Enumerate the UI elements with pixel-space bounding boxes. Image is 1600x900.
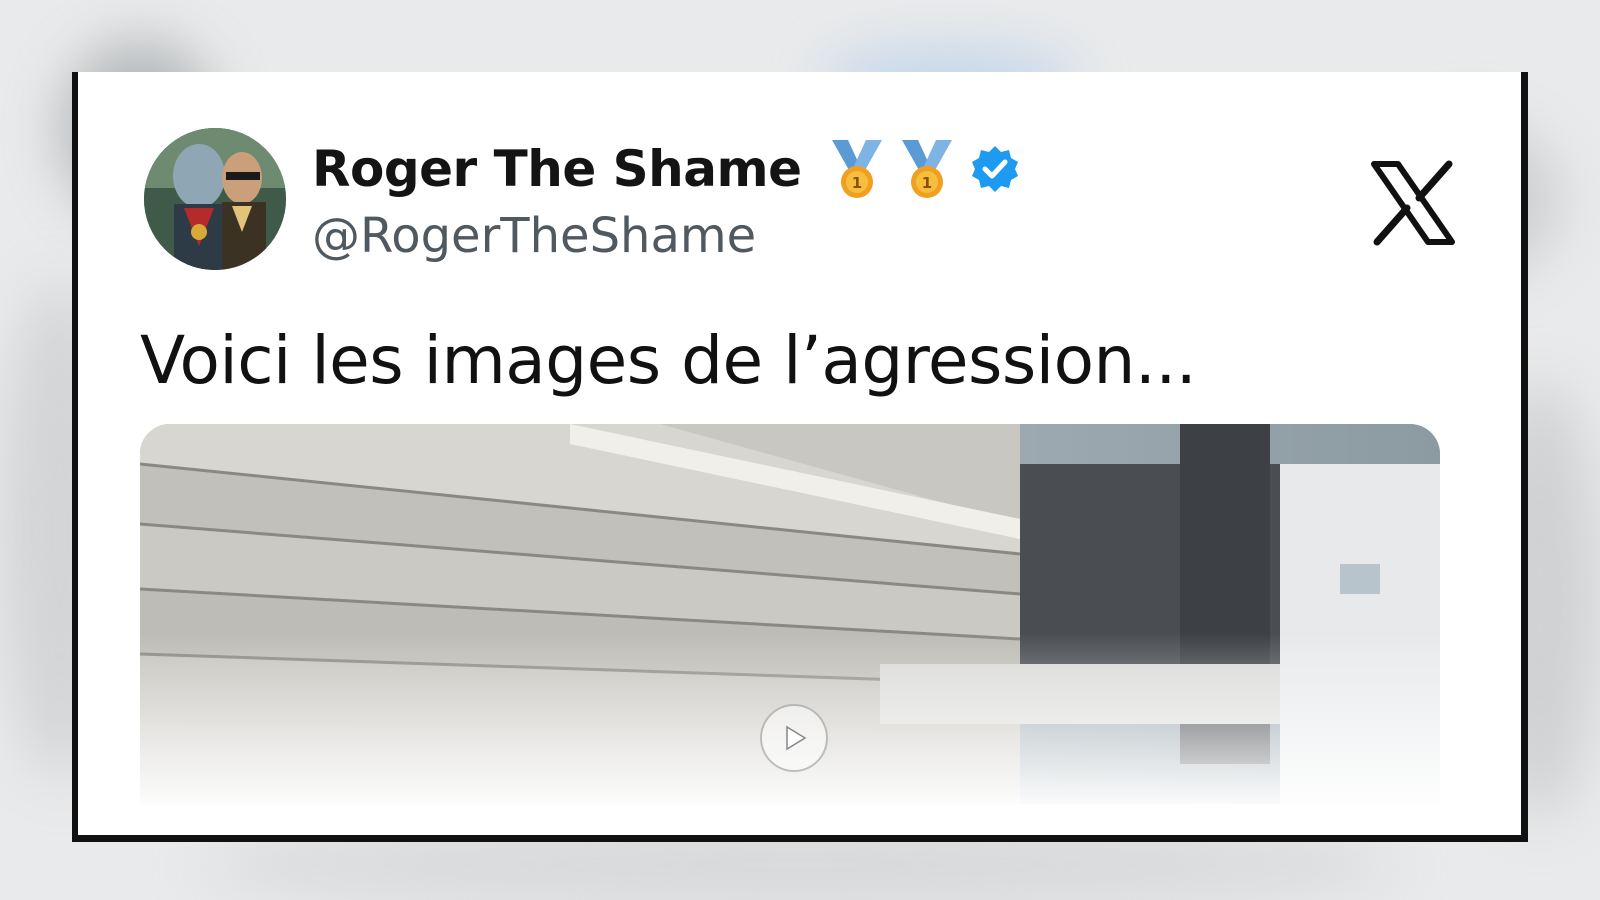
gold-medal-icon: 1: [831, 140, 882, 198]
verified-badge-icon: [971, 146, 1018, 192]
x-logo-icon[interactable]: [1368, 158, 1458, 248]
tweet-card[interactable]: Roger The Shame 1 1 @RogerTheShame Voici…: [72, 72, 1528, 842]
play-icon: [786, 725, 807, 751]
play-button[interactable]: [760, 704, 828, 772]
user-handle[interactable]: @RogerTheShame: [312, 208, 756, 264]
svg-text:1: 1: [851, 174, 861, 192]
tweet-text: Voici les images de l’agression...: [140, 322, 1197, 399]
display-name[interactable]: Roger The Shame: [312, 140, 802, 198]
badge-group: 1 1: [824, 136, 1020, 202]
gold-medal-icon: 1: [901, 140, 952, 198]
tweet-video-thumbnail[interactable]: [140, 424, 1440, 804]
svg-text:1: 1: [921, 174, 931, 192]
author-row: Roger The Shame 1 1: [312, 136, 1020, 202]
avatar[interactable]: [144, 128, 286, 270]
